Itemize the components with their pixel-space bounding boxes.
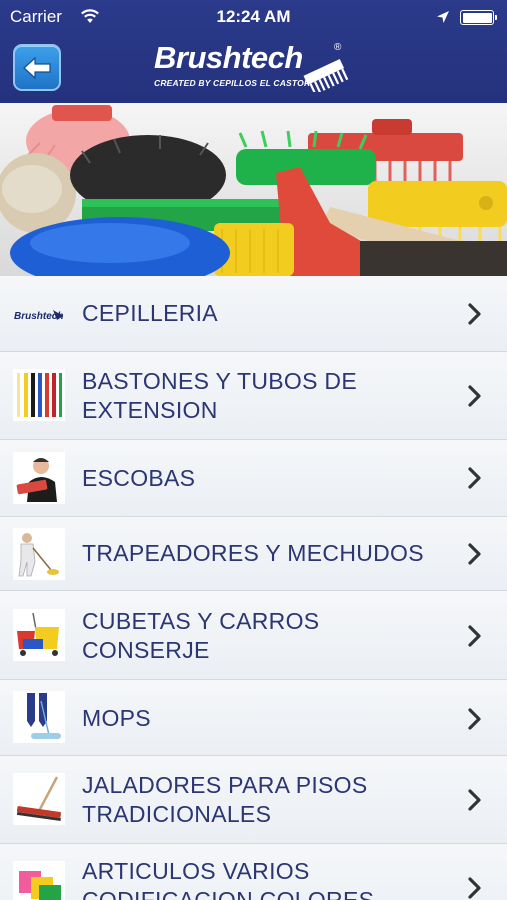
brushtech-logo-thumbnail: Brushtech <box>13 288 65 340</box>
chevron-right-icon <box>468 789 481 811</box>
brushtech-logo: Brushtech ® CREATED BY CEPILLOS EL CASTO… <box>148 40 358 96</box>
menu-item-label: ARTICULOS VARIOS CODIFICACION COLORES <box>82 858 375 900</box>
menu-item-mops[interactable]: MOPS <box>0 680 507 756</box>
back-button[interactable] <box>13 44 61 91</box>
brushes-banner-image <box>0 103 507 276</box>
person-mopping-icon <box>13 528 65 580</box>
chevron-right-icon <box>468 303 481 325</box>
logo-wordmark: Brushtech <box>154 40 303 75</box>
chevron-right-icon <box>468 625 481 647</box>
chevron-right-icon <box>468 708 481 730</box>
chevron-right-icon <box>468 543 481 565</box>
location-arrow-icon <box>436 9 450 29</box>
janitor-buckets-icon <box>13 609 65 661</box>
chevron-right-icon <box>468 385 481 407</box>
floor-squeegee-icon <box>13 773 65 825</box>
logo-tagline: CREATED BY CEPILLOS EL CASTOR <box>154 78 311 88</box>
status-bar: Carrier 12:24 AM <box>0 0 507 34</box>
man-with-broom-icon <box>13 452 65 504</box>
menu-item-bastones[interactable]: BASTONES Y TUBOS DE EXTENSION <box>0 352 507 440</box>
status-time: 12:24 AM <box>216 7 291 26</box>
menu-item-escobas[interactable]: ESCOBAS <box>0 440 507 517</box>
menu-item-trapeadores[interactable]: TRAPEADORES Y MECHUDOS <box>0 517 507 591</box>
colored-handles-icon <box>13 369 65 421</box>
menu-item-jaladores[interactable]: JALADORES PARA PISOS TRADICIONALES <box>0 756 507 844</box>
menu-item-label: CUBETAS Y CARROS CONSERJE <box>82 608 320 663</box>
menu-item-cubetas[interactable]: CUBETAS Y CARROS CONSERJE <box>0 591 507 680</box>
menu-item-label: BASTONES Y TUBOS DE EXTENSION <box>82 368 357 423</box>
dust-mop-icon <box>13 691 65 743</box>
menu-item-label: CEPILLERIA <box>82 300 218 326</box>
menu-item-articulos-varios[interactable]: ARTICULOS VARIOS CODIFICACION COLORES <box>0 844 507 900</box>
menu-item-label: ESCOBAS <box>82 465 196 491</box>
chevron-right-icon <box>468 877 481 899</box>
menu-item-cepilleria[interactable]: Brushtech CEPILLERIA <box>0 276 507 352</box>
menu-item-label: MOPS <box>82 705 151 731</box>
menu-item-label: JALADORES PARA PISOS TRADICIONALES <box>82 772 368 827</box>
category-menu: Brushtech CEPILLERIA BASTONES Y TUBOS DE <box>0 276 507 900</box>
back-arrow-icon <box>23 56 51 80</box>
battery-icon <box>460 10 497 25</box>
color-cloths-icon <box>13 861 65 900</box>
chevron-right-icon <box>468 467 481 489</box>
menu-item-label: TRAPEADORES Y MECHUDOS <box>82 540 424 566</box>
top-header: Carrier 12:24 AM Brushtech ® CREATED BY … <box>0 0 507 103</box>
